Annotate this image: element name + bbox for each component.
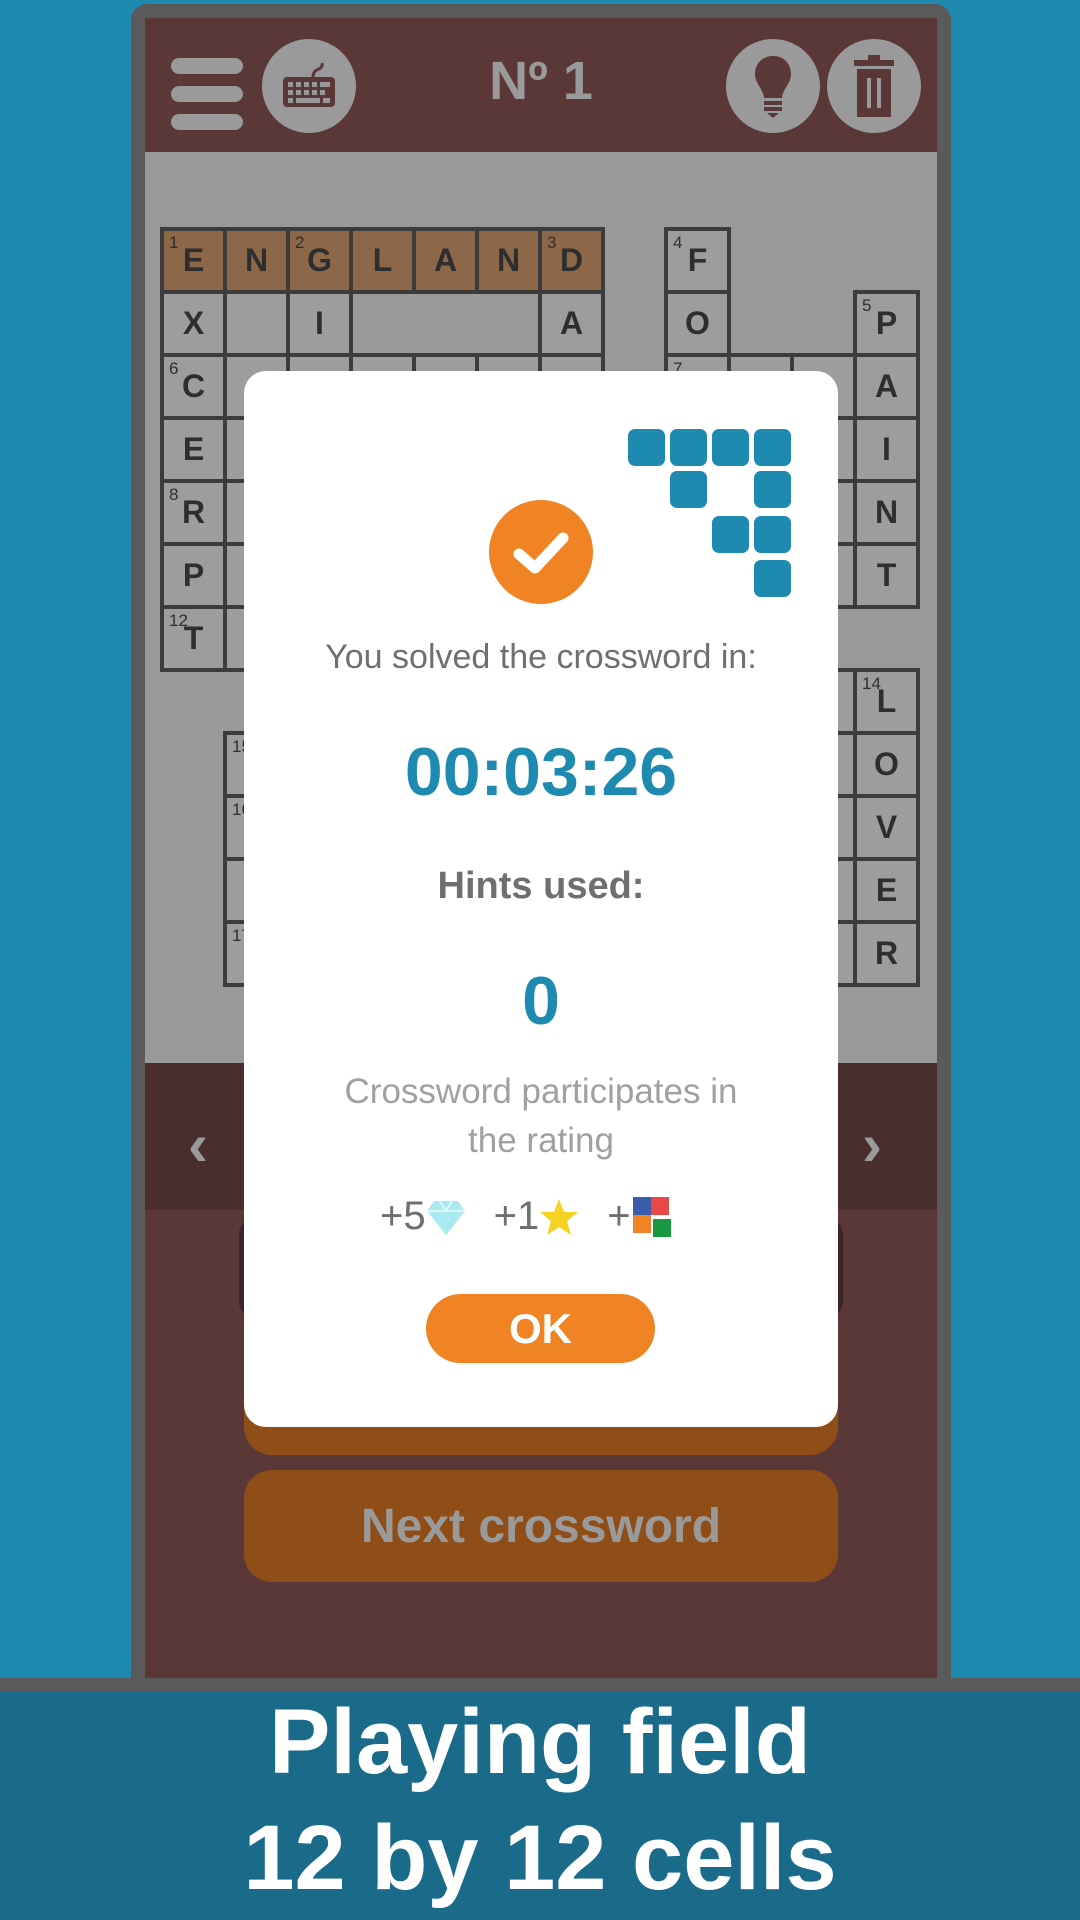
puzzle-number-title: Nº 1 bbox=[489, 51, 593, 111]
grid-cell[interactable]: X bbox=[160, 290, 227, 357]
grid-cell[interactable]: I bbox=[853, 416, 920, 483]
cell-letter: N bbox=[496, 242, 521, 278]
grid-cell[interactable]: N bbox=[223, 227, 290, 294]
hints-label: Hints used: bbox=[437, 865, 645, 907]
grid-cell[interactable]: 5P bbox=[853, 290, 920, 357]
grid-cell[interactable]: 3D bbox=[538, 227, 605, 294]
diamond-icon bbox=[426, 1199, 465, 1235]
grid-cell[interactable]: O bbox=[853, 731, 920, 798]
grid-cell[interactable]: 6C bbox=[160, 353, 227, 420]
clue-number: 14 bbox=[862, 674, 881, 693]
cell-letter: I bbox=[315, 305, 324, 341]
grid-cell[interactable]: A bbox=[538, 290, 605, 357]
puzzle-icon bbox=[632, 1196, 671, 1237]
cell-letter: G bbox=[307, 242, 332, 278]
grid-cell[interactable]: 1E bbox=[160, 227, 227, 294]
solve-time: 00:03:26 bbox=[404, 734, 678, 810]
rating-text-line1: Crossword participates in bbox=[344, 1072, 738, 1111]
keyboard-icon bbox=[283, 62, 335, 107]
reward-amount: + bbox=[607, 1194, 631, 1238]
trash-icon bbox=[854, 55, 894, 117]
grid-cell[interactable]: O bbox=[664, 290, 731, 357]
clue-number: 12 bbox=[169, 611, 188, 630]
cell-letter: I bbox=[882, 431, 891, 467]
clue-number: 8 bbox=[169, 485, 179, 504]
grid-cell[interactable]: L bbox=[349, 227, 416, 294]
next-crossword-button[interactable]: Next crossword bbox=[244, 1470, 838, 1582]
cell-letter: E bbox=[182, 431, 205, 467]
next-clue-button[interactable]: › bbox=[862, 1110, 882, 1179]
clue-number: 6 bbox=[169, 359, 179, 378]
cell-letter: X bbox=[182, 305, 205, 341]
cell-letter: D bbox=[559, 242, 584, 278]
previous-clue-button[interactable]: ‹ bbox=[188, 1110, 208, 1179]
clear-button[interactable] bbox=[827, 39, 921, 133]
grid-cell[interactable]: R bbox=[853, 920, 920, 987]
grid-cell[interactable]: E bbox=[160, 416, 227, 483]
grid-cell[interactable]: 8R bbox=[160, 479, 227, 546]
lightbulb-icon bbox=[755, 56, 791, 118]
reward-amount: +5 bbox=[380, 1194, 426, 1238]
cell-letter: E bbox=[875, 872, 898, 908]
rating-text-line2: the rating bbox=[468, 1121, 614, 1160]
cell-letter: V bbox=[875, 809, 898, 845]
grid-cell[interactable]: 4F bbox=[664, 227, 731, 294]
caption-line2: 12 by 12 cells bbox=[243, 1807, 837, 1909]
grid-cell[interactable]: 12 T bbox=[160, 605, 227, 672]
grid-cell[interactable]: N bbox=[475, 227, 542, 294]
cell-letter: P bbox=[182, 557, 205, 593]
cell-letter: O bbox=[685, 305, 710, 341]
grid-cell[interactable]: 14 L bbox=[853, 668, 920, 735]
checkmark-icon bbox=[489, 500, 593, 604]
caption-line1: Playing field bbox=[269, 1691, 811, 1793]
cell-letter: E bbox=[182, 242, 205, 278]
cell-letter: N bbox=[244, 242, 269, 278]
cell-letter: L bbox=[372, 242, 393, 278]
grid-cell[interactable]: T bbox=[853, 542, 920, 609]
grid-cell[interactable] bbox=[223, 290, 290, 357]
cell-letter: T bbox=[876, 557, 897, 593]
star-icon bbox=[540, 1198, 579, 1235]
grid-cell[interactable]: P bbox=[160, 542, 227, 609]
clue-number: 1 bbox=[169, 233, 179, 252]
keyboard-button[interactable] bbox=[262, 39, 356, 133]
rewards-row: +5 +1 + bbox=[380, 1194, 671, 1239]
reward-stars: +1 bbox=[494, 1194, 580, 1239]
solved-label: You solved the crossword in: bbox=[325, 638, 757, 676]
ok-button[interactable]: OK bbox=[426, 1294, 655, 1363]
grid-cell[interactable]: A bbox=[412, 227, 479, 294]
clue-number: 4 bbox=[673, 233, 683, 252]
grid-cell[interactable]: V bbox=[853, 794, 920, 861]
cell-letter: P bbox=[875, 305, 898, 341]
grid-cell[interactable]: E bbox=[853, 857, 920, 924]
cell-letter: N bbox=[874, 494, 899, 530]
cell-letter: F bbox=[687, 242, 708, 278]
clue-number: 5 bbox=[862, 296, 872, 315]
cell-letter: C bbox=[181, 368, 206, 404]
hint-button[interactable] bbox=[726, 39, 820, 133]
grid-cell[interactable]: I bbox=[286, 290, 353, 357]
hints-value: 0 bbox=[522, 963, 560, 1039]
grid-cell[interactable]: 2G bbox=[286, 227, 353, 294]
reward-puzzle: + bbox=[607, 1194, 671, 1239]
reward-diamonds: +5 bbox=[380, 1194, 466, 1239]
cell-letter: O bbox=[874, 746, 899, 782]
cell-letter: R bbox=[181, 494, 206, 530]
clue-number: 3 bbox=[547, 233, 557, 252]
clue-number: 2 bbox=[295, 233, 305, 252]
grid-cell[interactable]: N bbox=[853, 479, 920, 546]
cell-letter: A bbox=[874, 368, 899, 404]
cell-letter: A bbox=[433, 242, 458, 278]
cell-letter: R bbox=[874, 935, 899, 971]
cell-letter: A bbox=[559, 305, 584, 341]
grid-cell[interactable]: A bbox=[853, 353, 920, 420]
reward-amount: +1 bbox=[493, 1194, 540, 1238]
